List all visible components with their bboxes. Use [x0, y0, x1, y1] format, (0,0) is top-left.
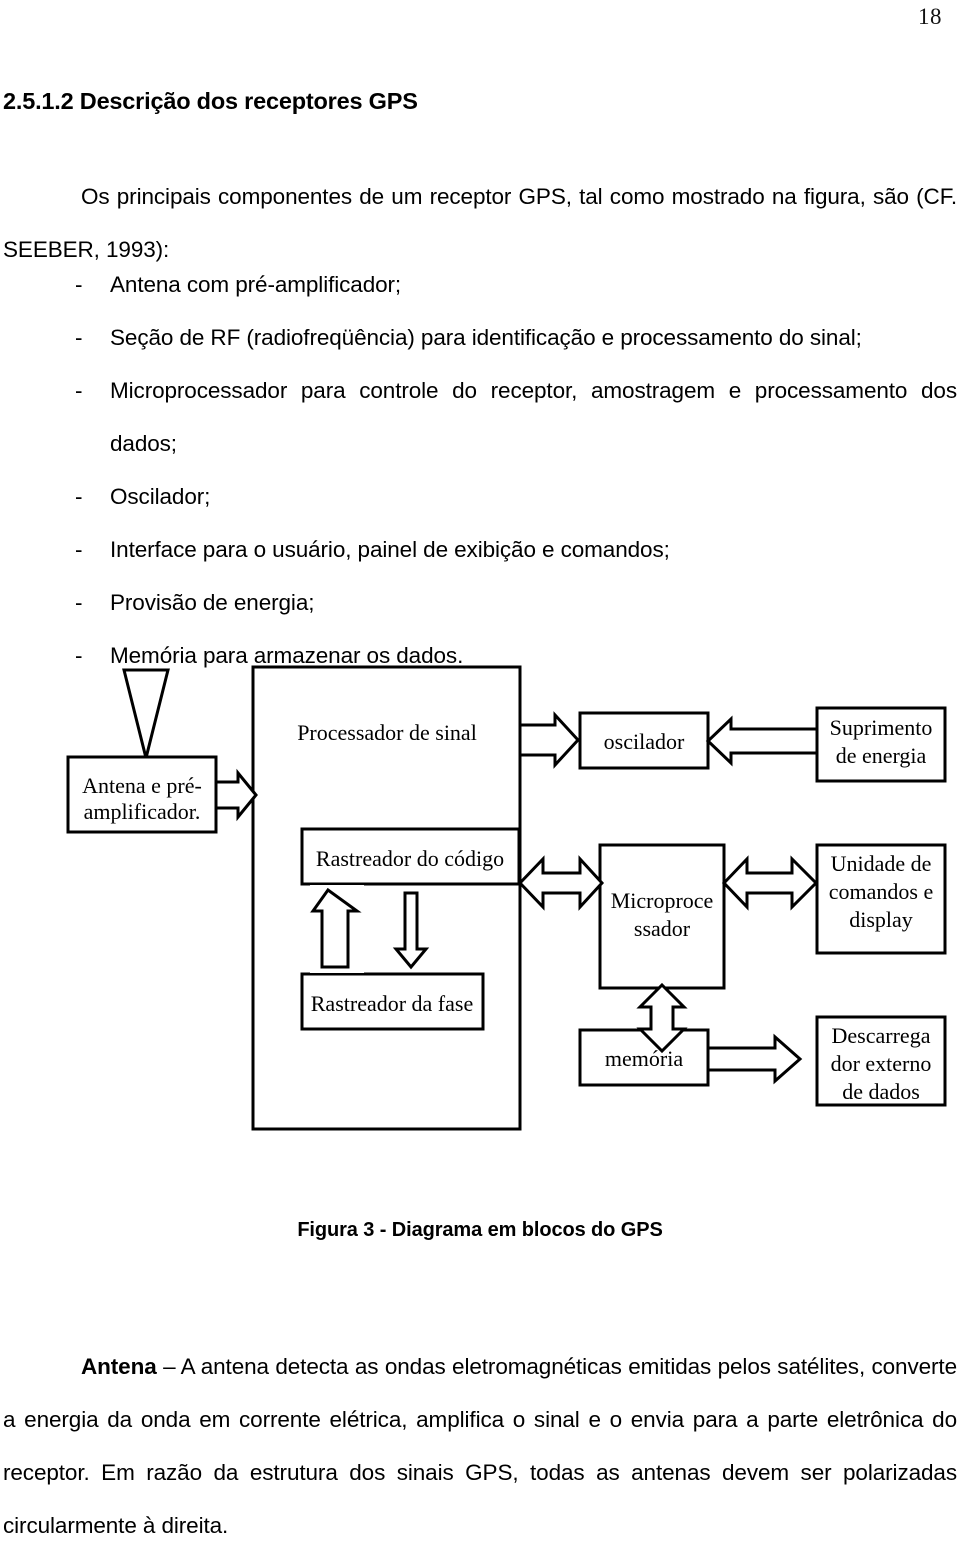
list-item: - Oscilador; [75, 470, 957, 523]
list-item: - Seção de RF (radiofreqüência) para ide… [75, 311, 957, 364]
power-supply-label-line2: de energia [836, 743, 927, 768]
section-heading: 2.5.1.2 Descrição dos receptores GPS [3, 88, 418, 114]
figure-caption: Figura 3 - Diagrama em blocos do GPS [297, 1219, 663, 1241]
list-item-label: Interface para o usuário, painel de exib… [110, 537, 670, 562]
command-unit-label-line2: comandos e [829, 879, 933, 904]
arrow-power-to-oscillator-icon [705, 715, 819, 767]
list-item-label: Antena com pré-amplificador; [110, 272, 402, 297]
arrow-processor-microprocessor-icon [517, 855, 605, 911]
arrow-antenna-to-processor-icon [214, 768, 258, 822]
bullet-dash-icon: - [75, 272, 83, 297]
list-item: - Antena com pré-amplificador; [75, 258, 957, 311]
list-item-label: Microprocessador para controle do recept… [110, 378, 957, 456]
code-tracker-label: Rastreador do código [316, 846, 504, 871]
list-item: - Microprocessador para controle do rece… [75, 364, 957, 470]
list-item: - Interface para o usuário, painel de ex… [75, 523, 957, 576]
arrow-memory-to-downloader-icon [706, 1033, 803, 1085]
command-unit-label-line3: display [849, 907, 913, 932]
antenna-block-label-line2: amplificador. [84, 799, 201, 824]
closing-body-text: – A antena detecta as ondas eletromagnét… [3, 1354, 957, 1538]
list-item-label: Provisão de energia; [110, 590, 315, 615]
external-downloader-label-line3: de dados [842, 1079, 920, 1104]
list-item: - Provisão de energia; [75, 576, 957, 629]
phase-tracker-label: Rastreador da fase [311, 991, 473, 1016]
antenna-block-label-line1: Antena e pré- [82, 773, 202, 798]
command-unit-label-line1: Unidade de [831, 851, 932, 876]
bullet-dash-icon: - [75, 325, 83, 350]
bullet-dash-icon: - [75, 590, 83, 615]
microprocessor-label-line1: Microproce [611, 888, 714, 913]
arrow-processor-to-oscillator-icon [518, 711, 581, 769]
gps-block-diagram: Antena e pré- amplificador. Processador … [0, 645, 960, 1205]
bullet-dash-icon: - [75, 537, 83, 562]
closing-lead-word: Antena [81, 1354, 157, 1379]
oscillator-label: oscilador [604, 729, 685, 754]
arrow-microprocessor-display-icon [721, 855, 819, 911]
power-supply-label-line1: Suprimento [830, 715, 933, 740]
list-item-label: Oscilador; [110, 484, 211, 509]
component-list: - Antena com pré-amplificador; - Seção d… [75, 258, 957, 682]
arrow-down-between-trackers-icon [392, 891, 430, 970]
list-item-label: Seção de RF (radiofreqüência) para ident… [110, 325, 862, 350]
memory-label: memória [605, 1046, 683, 1071]
external-downloader-label-line1: Descarrega [832, 1023, 931, 1048]
diagram-canvas: Antena e pré- amplificador. Processador … [66, 665, 947, 1131]
bullet-dash-icon: - [75, 378, 83, 403]
external-downloader-label-line2: dor externo [831, 1051, 932, 1076]
closing-paragraph: Antena – A antena detecta as ondas eletr… [3, 1340, 957, 1552]
signal-processor-label: Processador de sinal [297, 720, 477, 745]
bullet-dash-icon: - [75, 484, 83, 509]
page-number: 18 [918, 4, 942, 29]
antenna-symbol-icon [122, 668, 170, 759]
microprocessor-label-line2: ssador [634, 916, 691, 941]
